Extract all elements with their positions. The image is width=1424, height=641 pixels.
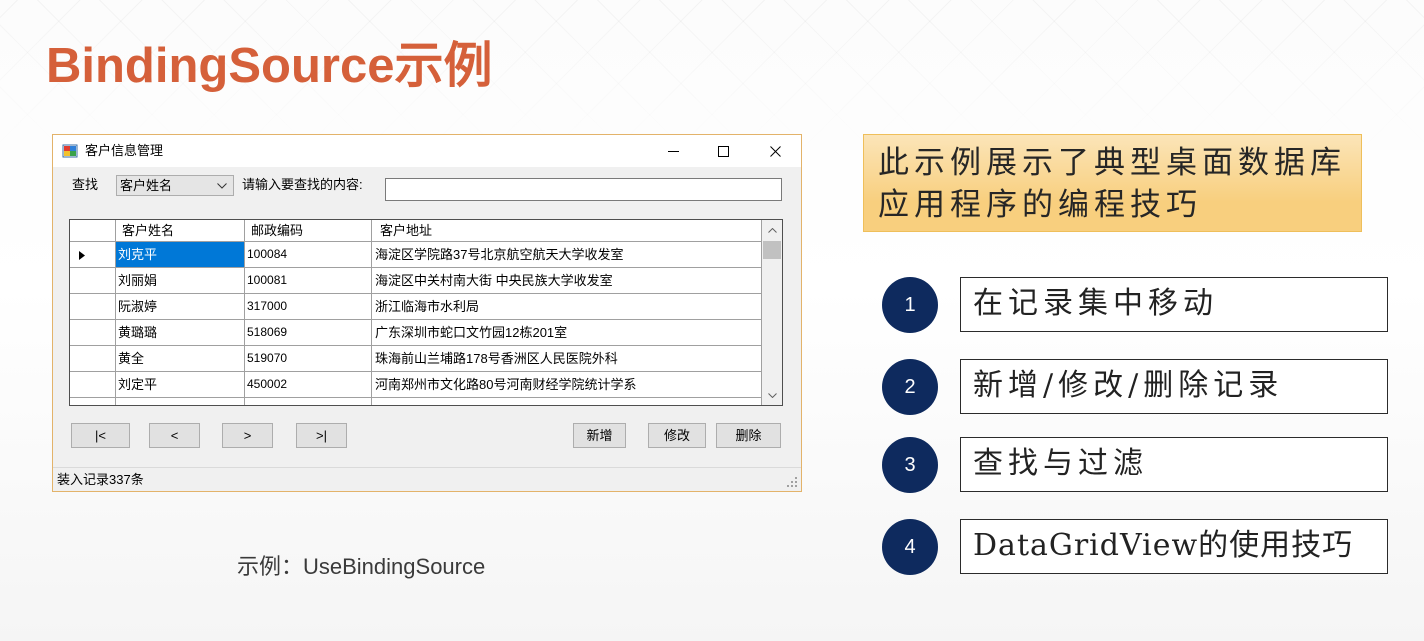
- search-label: 查找: [72, 177, 99, 192]
- next-record-button[interactable]: >: [222, 423, 273, 448]
- delete-record-button[interactable]: 删除: [716, 423, 781, 448]
- cell-customer-name[interactable]: 刘克平: [116, 242, 245, 268]
- scroll-thumb[interactable]: [763, 241, 781, 259]
- minimize-button[interactable]: [650, 135, 696, 167]
- chevron-up-icon: [767, 227, 777, 233]
- step-number-badge: 1: [882, 277, 938, 333]
- table-row[interactable]: 刘定平 450002 河南郑州市文化路80号河南财经学院统计学系: [70, 372, 762, 398]
- step-item: 2 新增/修改/删除记录: [882, 359, 1388, 415]
- table-row[interactable]: 黄璐璐 518069 广东深圳市蛇口文竹园12栋201室: [70, 320, 762, 346]
- close-icon: [769, 145, 781, 157]
- row-header[interactable]: [70, 320, 116, 346]
- step-number-badge: 4: [882, 519, 938, 575]
- size-grip-icon[interactable]: [786, 476, 798, 488]
- step-label-box: 新增/修改/删除记录: [960, 359, 1388, 414]
- cell-address[interactable]: [372, 398, 762, 405]
- cell-customer-name[interactable]: 阮淑婷: [116, 294, 245, 320]
- row-header[interactable]: [70, 294, 116, 320]
- cell-customer-name[interactable]: 刘定平: [116, 372, 245, 398]
- maximize-icon: [717, 145, 729, 157]
- cell-address[interactable]: 珠海前山兰埔路178号香洲区人民医院外科: [372, 346, 762, 372]
- column-header-address[interactable]: 客户地址: [372, 220, 762, 242]
- search-input[interactable]: [385, 178, 782, 201]
- example-caption: 示例：UseBindingSource: [237, 554, 486, 579]
- step-item: 4 DataGridView的使用技巧: [882, 519, 1388, 575]
- cell-postal-code[interactable]: [245, 398, 372, 405]
- step-item: 1 在记录集中移动: [882, 277, 1388, 333]
- search-field-dropdown[interactable]: 客户姓名: [116, 175, 234, 196]
- row-header[interactable]: [70, 242, 116, 268]
- cell-customer-name[interactable]: 刘丽娟: [116, 268, 245, 294]
- cell-address[interactable]: 广东深圳市蛇口文竹园12栋201室: [372, 320, 762, 346]
- table-row-partial[interactable]: [70, 398, 762, 405]
- step-number-badge: 2: [882, 359, 938, 415]
- chevron-down-icon: [767, 392, 777, 398]
- step-label-box: DataGridView的使用技巧: [960, 519, 1388, 574]
- search-prompt-label: 请输入要查找的内容:: [242, 177, 363, 192]
- step-item: 3 查找与过滤: [882, 437, 1388, 493]
- cell-postal-code[interactable]: 450002: [245, 372, 372, 398]
- cell-postal-code[interactable]: 317000: [245, 294, 372, 320]
- callout-line: 应用程序的编程技巧: [878, 187, 1202, 223]
- last-record-button[interactable]: >|: [296, 423, 347, 448]
- cell-address[interactable]: 河南郑州市文化路80号河南财经学院统计学系: [372, 372, 762, 398]
- step-label-box: 查找与过滤: [960, 437, 1388, 492]
- cell-address[interactable]: 海淀区学院路37号北京航空航天大学收发室: [372, 242, 762, 268]
- cell-address[interactable]: 海淀区中关村南大街 中央民族大学收发室: [372, 268, 762, 294]
- edit-record-button[interactable]: 修改: [648, 423, 706, 448]
- row-header[interactable]: [70, 398, 116, 405]
- column-header-postal-code[interactable]: 邮政编码: [245, 220, 372, 242]
- step-label: DataGridView的使用技巧: [973, 528, 1354, 563]
- cell-customer-name[interactable]: [116, 398, 245, 405]
- callout-line: 此示例展示了典型桌面数据库: [878, 145, 1346, 181]
- cell-postal-code[interactable]: 518069: [245, 320, 372, 346]
- add-record-button[interactable]: 新增: [573, 423, 626, 448]
- callout-box: 此示例展示了典型桌面数据库 应用程序的编程技巧: [863, 134, 1362, 232]
- column-header-customer-name[interactable]: 客户姓名: [116, 220, 245, 242]
- slide-title: BindingSource示例: [46, 39, 493, 93]
- chevron-down-icon: [217, 183, 227, 189]
- window-title: 客户信息管理: [85, 143, 164, 158]
- step-label: 在记录集中移动: [973, 286, 1218, 321]
- step-label: 新增/修改/删除记录: [973, 368, 1284, 403]
- minimize-icon: [667, 150, 679, 152]
- grid-body: 客户姓名 邮政编码 客户地址 刘克平 100084 海淀区学院路37号北京航空航…: [70, 220, 762, 405]
- table-row[interactable]: 阮淑婷 317000 浙江临海市水利局: [70, 294, 762, 320]
- step-label-box: 在记录集中移动: [960, 277, 1388, 332]
- table-header: 客户姓名 邮政编码 客户地址: [70, 220, 762, 242]
- cell-customer-name[interactable]: 黄全: [116, 346, 245, 372]
- search-field-selected: 客户姓名: [120, 178, 173, 193]
- cell-postal-code[interactable]: 100084: [245, 242, 372, 268]
- table-row[interactable]: 黄全 519070 珠海前山兰埔路178号香洲区人民医院外科: [70, 346, 762, 372]
- cell-address[interactable]: 浙江临海市水利局: [372, 294, 762, 320]
- previous-record-button[interactable]: <: [149, 423, 200, 448]
- slide: BindingSource示例 客户信息管理 查找 客户姓名 请输入要查找的内容…: [0, 0, 1424, 641]
- close-button[interactable]: [752, 135, 798, 167]
- current-row-pointer-icon: [79, 251, 85, 260]
- cell-postal-code[interactable]: 100081: [245, 268, 372, 294]
- table-row[interactable]: 刘克平 100084 海淀区学院路37号北京航空航天大学收发室: [70, 242, 762, 268]
- row-header[interactable]: [70, 346, 116, 372]
- cell-postal-code[interactable]: 519070: [245, 346, 372, 372]
- table-row[interactable]: 刘丽娟 100081 海淀区中关村南大街 中央民族大学收发室: [70, 268, 762, 294]
- status-bar: 装入记录337条: [53, 467, 801, 491]
- customer-data-grid[interactable]: 客户姓名 邮政编码 客户地址 刘克平 100084 海淀区学院路37号北京航空航…: [69, 219, 783, 406]
- step-number-badge: 3: [882, 437, 938, 493]
- row-header[interactable]: [70, 268, 116, 294]
- maximize-button[interactable]: [700, 135, 746, 167]
- first-record-button[interactable]: |<: [71, 423, 130, 448]
- scroll-up-button[interactable]: [762, 220, 782, 240]
- status-text: 装入记录337条: [57, 472, 144, 487]
- scroll-down-button[interactable]: [762, 385, 782, 405]
- header-corner[interactable]: [70, 220, 116, 242]
- window-titlebar[interactable]: 客户信息管理: [53, 135, 801, 167]
- app-window: 客户信息管理 查找 客户姓名 请输入要查找的内容: 客户姓名 邮政编码 客户地址…: [52, 134, 802, 492]
- vertical-scrollbar[interactable]: [762, 220, 782, 405]
- step-label: 查找与过滤: [973, 446, 1148, 481]
- row-header[interactable]: [70, 372, 116, 398]
- cell-customer-name[interactable]: 黄璐璐: [116, 320, 245, 346]
- app-icon: [62, 143, 78, 159]
